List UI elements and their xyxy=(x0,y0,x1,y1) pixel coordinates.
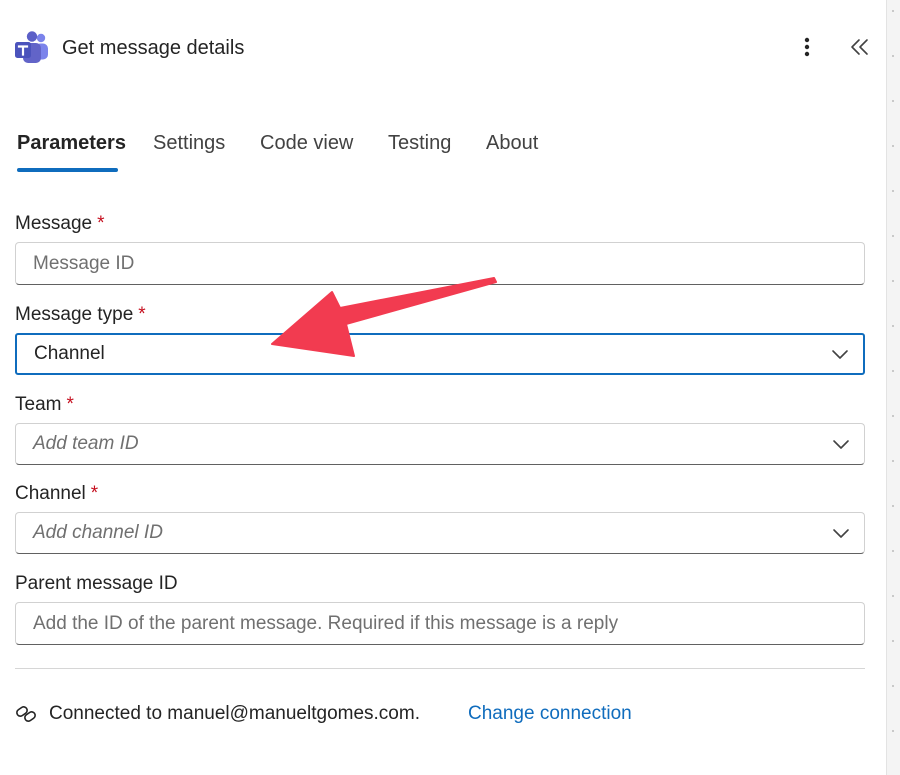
more-vertical-icon xyxy=(804,37,810,57)
collapse-panel-button[interactable] xyxy=(845,32,875,64)
tab-list: Parameters Settings Code view Testing Ab… xyxy=(0,118,886,178)
page-title: Get message details xyxy=(62,37,245,59)
tab-about[interactable]: About xyxy=(486,130,538,156)
double-chevron-left-icon xyxy=(851,39,868,55)
link-icon xyxy=(16,706,36,722)
team-dropdown[interactable]: Add team ID xyxy=(15,423,865,465)
parent-message-id-label: Parent message ID xyxy=(15,573,178,594)
chevron-down-icon xyxy=(833,440,849,449)
required-mark: * xyxy=(138,304,146,325)
change-connection-link[interactable]: Change connection xyxy=(468,702,632,726)
chevron-down-icon xyxy=(832,350,848,359)
required-mark: * xyxy=(97,213,105,234)
tab-parameters[interactable]: Parameters xyxy=(17,130,126,156)
parent-message-id-placeholder: Add the ID of the parent message. Requir… xyxy=(33,612,619,634)
message-type-dropdown[interactable]: Channel xyxy=(15,333,865,375)
channel-dropdown[interactable]: Add channel ID xyxy=(15,512,865,554)
message-id-placeholder: Message ID xyxy=(33,252,135,274)
tab-testing[interactable]: Testing xyxy=(388,130,451,156)
chevron-down-icon xyxy=(833,529,849,538)
action-details-panel: Get message details Parameters Settings … xyxy=(0,0,886,775)
connection-status: Connected to manuel@manueltgomes.com. xyxy=(49,703,420,724)
teams-icon xyxy=(15,31,48,63)
canvas-edge xyxy=(886,0,900,775)
message-type-value: Channel xyxy=(34,343,105,364)
message-label: Message * xyxy=(15,213,105,234)
tab-settings[interactable]: Settings xyxy=(153,130,225,156)
required-mark: * xyxy=(90,483,99,504)
message-id-input[interactable]: Message ID xyxy=(15,242,865,285)
parent-message-id-input[interactable]: Add the ID of the parent message. Requir… xyxy=(15,602,865,645)
panel-header: Get message details xyxy=(0,0,886,95)
channel-label: Channel * xyxy=(15,483,99,504)
required-mark: * xyxy=(66,394,74,415)
channel-placeholder: Add channel ID xyxy=(33,522,163,543)
active-tab-indicator xyxy=(17,168,118,172)
divider xyxy=(15,668,865,669)
team-label: Team * xyxy=(15,394,74,415)
more-options-button[interactable] xyxy=(792,32,822,64)
message-type-label: Message type * xyxy=(15,304,146,325)
tab-code-view[interactable]: Code view xyxy=(260,130,353,156)
team-placeholder: Add team ID xyxy=(33,433,139,454)
